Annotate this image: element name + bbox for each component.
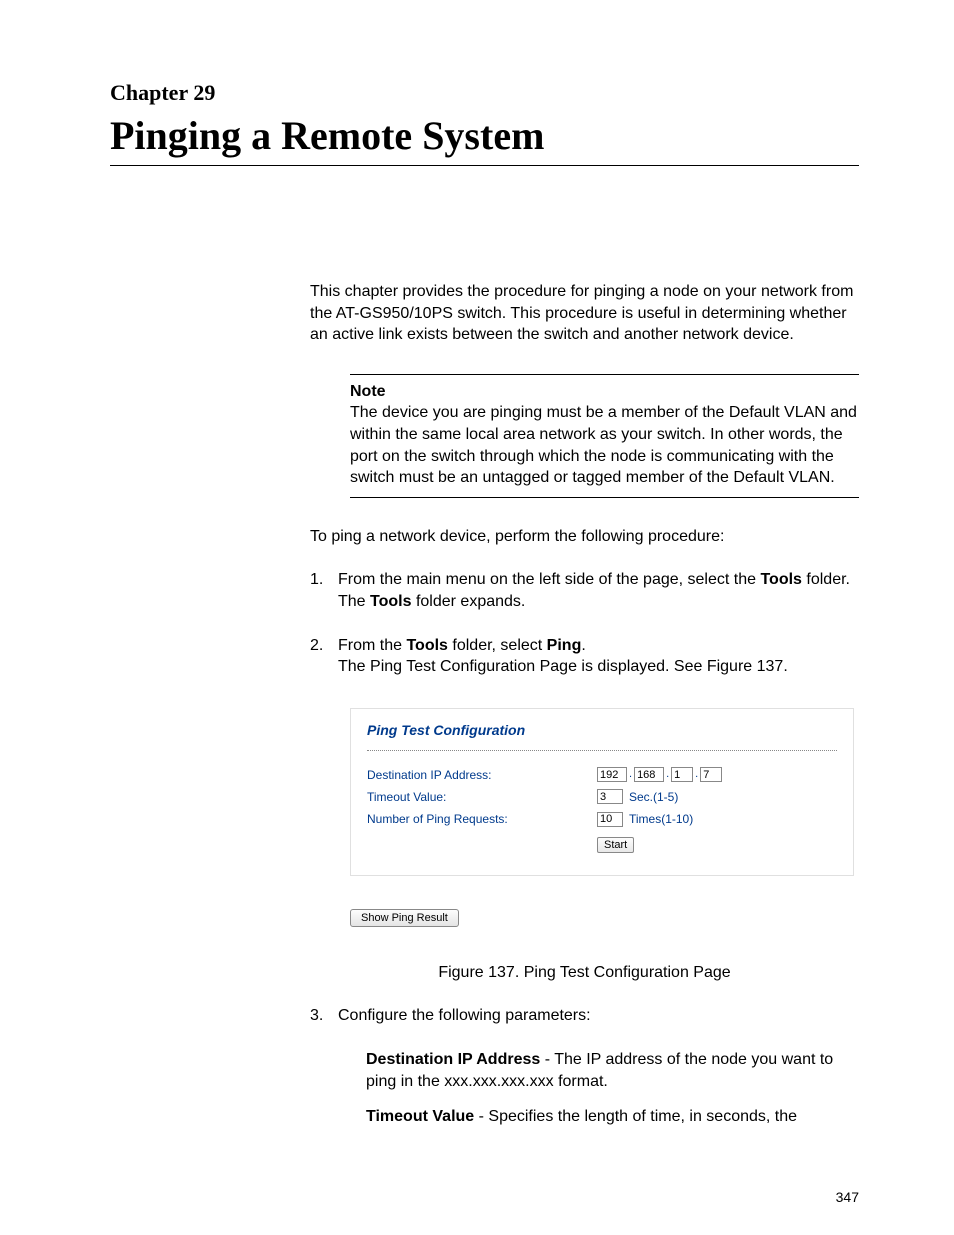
- ping-count-unit: Times(1-10): [629, 811, 693, 827]
- note-label: Note: [350, 381, 859, 403]
- row-destination-ip: Destination IP Address: . . .: [367, 767, 837, 783]
- figure-caption: Figure 137. Ping Test Configuration Page: [310, 962, 859, 984]
- step-number: 2.: [310, 635, 338, 678]
- step-body: From the Tools folder, select Ping. The …: [338, 635, 859, 678]
- title-rule: [110, 165, 859, 166]
- label-destination-ip: Destination IP Address:: [367, 767, 597, 783]
- row-start: Start: [367, 833, 837, 853]
- row-timeout: Timeout Value: Sec.(1-5): [367, 789, 837, 805]
- step-body: From the main menu on the left side of t…: [338, 569, 859, 612]
- ip-octet-4[interactable]: [700, 767, 722, 782]
- show-ping-result-button[interactable]: Show Ping Result: [350, 909, 459, 927]
- intro-paragraph: This chapter provides the procedure for …: [310, 281, 859, 346]
- ip-octet-3[interactable]: [671, 767, 693, 782]
- step-body: Configure the following parameters:: [338, 1005, 859, 1027]
- chapter-label: Chapter 29: [110, 80, 859, 106]
- step-3: 3. Configure the following parameters:: [310, 1005, 859, 1027]
- figure-title: Ping Test Configuration: [367, 721, 837, 751]
- param-timeout-value: Timeout Value - Specifies the length of …: [366, 1106, 859, 1128]
- step-2: 2. From the Tools folder, select Ping. T…: [310, 635, 859, 678]
- note-box: Note The device you are pinging must be …: [350, 374, 859, 498]
- label-ping-count: Number of Ping Requests:: [367, 811, 597, 827]
- label-timeout: Timeout Value:: [367, 789, 597, 805]
- param-destination-ip: Destination IP Address - The IP address …: [366, 1049, 859, 1092]
- ip-dot: .: [666, 767, 669, 782]
- procedure-intro: To ping a network device, perform the fo…: [310, 526, 859, 548]
- ip-dot: .: [629, 767, 632, 782]
- page-number: 347: [836, 1189, 859, 1205]
- step-1: 1. From the main menu on the left side o…: [310, 569, 859, 612]
- figure-ping-config: Ping Test Configuration Destination IP A…: [350, 708, 854, 876]
- ip-octet-1[interactable]: [597, 767, 627, 782]
- note-body: The device you are pinging must be a mem…: [350, 402, 859, 488]
- row-ping-count: Number of Ping Requests: Times(1-10): [367, 811, 837, 827]
- step-number: 1.: [310, 569, 338, 612]
- chapter-title: Pinging a Remote System: [110, 112, 859, 159]
- timeout-unit: Sec.(1-5): [629, 789, 678, 805]
- ip-octet-2[interactable]: [634, 767, 664, 782]
- ip-dot: .: [695, 767, 698, 782]
- step-number: 3.: [310, 1005, 338, 1027]
- timeout-input[interactable]: [597, 789, 623, 804]
- start-button[interactable]: Start: [597, 837, 634, 853]
- ping-count-input[interactable]: [597, 812, 623, 827]
